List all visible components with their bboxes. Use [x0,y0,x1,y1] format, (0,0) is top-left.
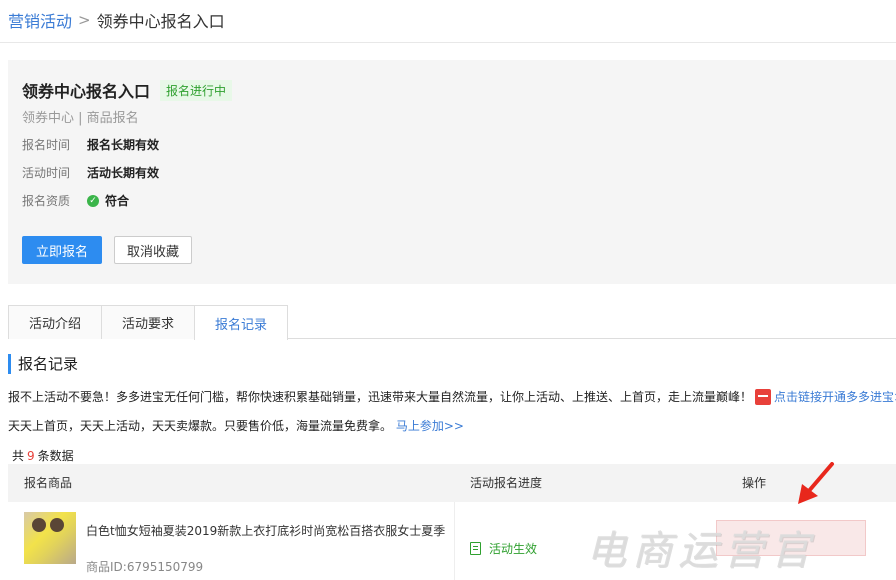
table-header: 报名商品 活动报名进度 操作 [8,464,896,502]
activity-subtitle: 领券中心 | 商品报名 [22,111,139,126]
promo-line-2: 天天上首页，天天上活动，天天卖爆款。只要售价低，海量流量免费拿。 马上参加>> [8,417,464,434]
open-jinbao-link[interactable]: 点击链接开通多多进宝>> [774,388,896,405]
count-prefix: 共 [12,449,25,463]
product-id: 商品ID:6795150799 [86,560,204,574]
promo-text-2: 天天上首页，天天上活动，天天卖爆款。只要售价低，海量流量免费拿。 [8,419,393,433]
section-title: 报名记录 [8,354,78,374]
progress-label: 活动生效 [489,542,538,556]
column-divider [454,502,455,580]
product-name[interactable]: 白色t恤女短袖夏装2019新款上衣打底衫时尚宽松百搭衣服女士夏季 [86,522,446,539]
document-icon [470,542,481,555]
count-suffix: 条数据 [37,449,74,463]
activity-time-label: 活动时间 [22,166,71,180]
tab-bar: 活动介绍 活动要求 报名记录 [8,305,896,340]
promo-line-1: 报不上活动不要急！多多进宝无任何门槛，帮你快速积累基础销量，迅速带来大量自然流量… [8,388,896,405]
header-progress: 活动报名进度 [470,476,543,490]
activity-time-row: 活动时间 活动长期有效 [22,164,159,181]
activity-title-row: 领券中心报名入口 报名进行中 [22,78,233,102]
join-now-link[interactable]: 马上参加>> [396,419,464,433]
cancel-favorite-button[interactable]: 取消收藏 [114,236,192,264]
count-number: 9 [27,449,35,463]
breadcrumb-divider [0,42,896,43]
tab-activity-intro[interactable]: 活动介绍 [8,305,102,339]
activity-title: 领券中心报名入口 [22,82,151,101]
signup-now-button[interactable]: 立即报名 [22,236,102,264]
breadcrumb-separator: > [78,11,91,29]
signup-time-value: 报名长期有效 [87,138,160,152]
breadcrumb-root-link[interactable]: 营销活动 [8,8,72,32]
product-thumbnail[interactable] [24,512,76,564]
tab-signup-records[interactable]: 报名记录 [194,305,288,340]
tab-activity-requirements[interactable]: 活动要求 [101,305,195,339]
header-actions: 操作 [742,476,767,490]
status-badge: 报名进行中 [160,79,233,101]
qualification-value: 符合 [105,194,130,208]
watermark-logo: 电商运营官 [586,528,816,574]
qualification-row: 报名资质 ✓ 符合 [22,192,129,209]
progress-status: 活动生效 [470,540,537,557]
gift-icon [755,388,772,405]
breadcrumb: 营销活动 > 领券中心报名入口 [8,8,225,32]
header-product: 报名商品 [24,476,73,490]
breadcrumb-current: 领券中心报名入口 [96,12,225,31]
signup-time-label: 报名时间 [22,138,71,152]
qualification-label: 报名资质 [22,194,71,208]
promo-text-1: 报不上活动不要急！多多进宝无任何门槛，帮你快速积累基础销量，迅速带来大量自然流量… [8,390,753,404]
red-arrow-annotation-icon [798,462,834,504]
check-circle-icon: ✓ [87,194,99,207]
signup-time-row: 报名时间 报名长期有效 [22,136,159,153]
qualification-value-wrap: ✓ 符合 [87,192,129,209]
activity-info-panel: 领券中心报名入口 报名进行中 领券中心 | 商品报名 报名时间 报名长期有效 活… [8,60,896,284]
record-count: 共 9 条数据 [12,447,74,464]
activity-time-value: 活动长期有效 [87,166,160,180]
